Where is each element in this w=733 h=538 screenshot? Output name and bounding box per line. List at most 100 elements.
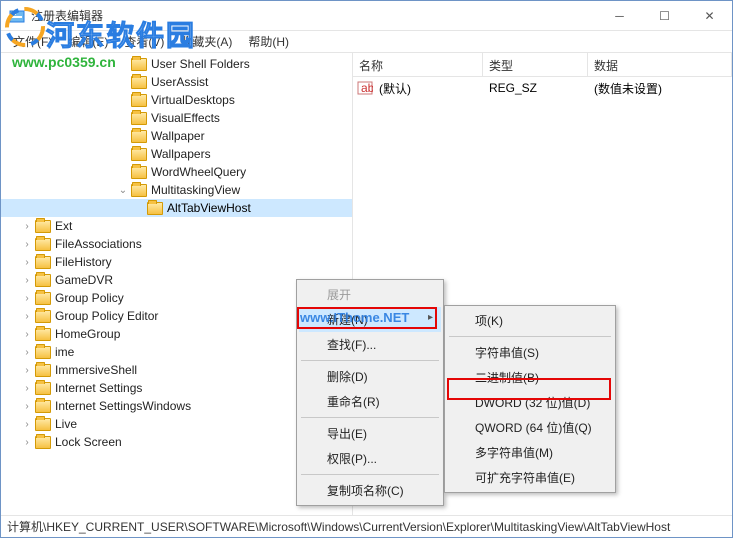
tree-label: FileAssociations xyxy=(55,237,142,251)
expand-icon[interactable] xyxy=(21,437,33,448)
context-submenu-new: 项(K) 字符串值(S) 二进制值(B) DWORD (32 位)值(D) QW… xyxy=(444,305,616,493)
tree-label: Group Policy Editor xyxy=(55,309,158,323)
maximize-button[interactable]: ☐ xyxy=(642,1,687,30)
app-icon xyxy=(9,8,25,24)
separator xyxy=(301,474,439,475)
separator xyxy=(449,336,611,337)
tree-node[interactable]: Wallpaper xyxy=(1,127,352,145)
window-title: 注册表编辑器 xyxy=(31,7,597,24)
ctx-export[interactable]: 导出(E) xyxy=(299,421,441,446)
ctx-rename[interactable]: 重命名(R) xyxy=(299,389,441,414)
context-menu: 展开 新建(N)▸ 查找(F)... 删除(D) 重命名(R) 导出(E) 权限… xyxy=(296,279,444,506)
folder-icon xyxy=(131,112,147,125)
ctx-new-binary[interactable]: 二进制值(B) xyxy=(447,365,613,390)
value-name: (默认) xyxy=(373,80,483,97)
expand-icon[interactable] xyxy=(21,419,33,430)
expand-icon[interactable] xyxy=(21,221,33,232)
menu-favorites[interactable]: 收藏夹(A) xyxy=(172,31,240,52)
expand-icon[interactable] xyxy=(21,311,33,322)
folder-icon xyxy=(131,184,147,197)
tree-node[interactable]: UserAssist xyxy=(1,73,352,91)
close-button[interactable]: ✕ xyxy=(687,1,732,30)
tree-node[interactable]: FileHistory xyxy=(1,253,352,271)
tree-node[interactable]: Wallpapers xyxy=(1,145,352,163)
folder-icon xyxy=(131,148,147,161)
separator xyxy=(301,417,439,418)
tree-node[interactable]: MultitaskingView xyxy=(1,181,352,199)
tree-node[interactable]: VirtualDesktops xyxy=(1,91,352,109)
expand-icon[interactable] xyxy=(21,329,33,340)
ctx-find[interactable]: 查找(F)... xyxy=(299,332,441,357)
ctx-permissions[interactable]: 权限(P)... xyxy=(299,446,441,471)
folder-icon xyxy=(35,328,51,341)
folder-icon xyxy=(35,274,51,287)
col-data[interactable]: 数据 xyxy=(588,53,732,76)
folder-icon xyxy=(35,382,51,395)
folder-icon xyxy=(131,130,147,143)
expand-icon[interactable] xyxy=(21,401,33,412)
ctx-new[interactable]: 新建(N)▸ xyxy=(299,307,441,332)
tree-label: HomeGroup xyxy=(55,327,120,341)
tree-node[interactable]: VisualEffects xyxy=(1,109,352,127)
tree-label: User Shell Folders xyxy=(151,57,250,71)
tree-node[interactable]: Ext xyxy=(1,217,352,235)
tree-label: VirtualDesktops xyxy=(151,93,235,107)
tree-label: ImmersiveShell xyxy=(55,363,137,377)
value-data: (数值未设置) xyxy=(588,80,732,97)
expand-icon[interactable] xyxy=(21,275,33,286)
col-name[interactable]: 名称 xyxy=(353,53,483,76)
tree-label: Internet SettingsWindows xyxy=(55,399,191,413)
menubar: 文件(F) 编辑(E) 查看(V) 收藏夹(A) 帮助(H) xyxy=(1,31,732,53)
folder-icon xyxy=(131,94,147,107)
ctx-new-key[interactable]: 项(K) xyxy=(447,308,613,333)
titlebar[interactable]: 注册表编辑器 ─ ☐ ✕ xyxy=(1,1,732,31)
folder-icon xyxy=(35,418,51,431)
ctx-new-string[interactable]: 字符串值(S) xyxy=(447,340,613,365)
folder-icon xyxy=(131,76,147,89)
folder-icon xyxy=(35,400,51,413)
menu-view[interactable]: 查看(V) xyxy=(116,31,172,52)
menu-file[interactable]: 文件(F) xyxy=(5,31,60,52)
ctx-new-multistring[interactable]: 多字符串值(M) xyxy=(447,440,613,465)
expand-icon[interactable] xyxy=(21,293,33,304)
folder-icon xyxy=(35,310,51,323)
minimize-button[interactable]: ─ xyxy=(597,1,642,30)
tree-label: GameDVR xyxy=(55,273,113,287)
col-type[interactable]: 类型 xyxy=(483,53,588,76)
tree-label: MultitaskingView xyxy=(151,183,240,197)
tree-node[interactable]: WordWheelQuery xyxy=(1,163,352,181)
list-row[interactable]: ab (默认) REG_SZ (数值未设置) xyxy=(353,79,732,97)
tree-label: AltTabViewHost xyxy=(167,201,251,215)
tree-node[interactable]: FileAssociations xyxy=(1,235,352,253)
window-buttons: ─ ☐ ✕ xyxy=(597,1,732,30)
menu-edit[interactable]: 编辑(E) xyxy=(60,31,116,52)
expand-icon[interactable] xyxy=(21,239,33,250)
expand-icon[interactable] xyxy=(21,347,33,358)
ctx-new-expandstring[interactable]: 可扩充字符串值(E) xyxy=(447,465,613,490)
tree-node[interactable]: AltTabViewHost xyxy=(1,199,352,217)
folder-icon xyxy=(35,346,51,359)
folder-icon xyxy=(35,220,51,233)
menu-help[interactable]: 帮助(H) xyxy=(240,31,297,52)
folder-icon xyxy=(35,238,51,251)
svg-text:ab: ab xyxy=(361,81,373,95)
ctx-expand[interactable]: 展开 xyxy=(299,282,441,307)
ctx-new-dword[interactable]: DWORD (32 位)值(D) xyxy=(447,390,613,415)
value-type: REG_SZ xyxy=(483,81,588,95)
tree-label: Group Policy xyxy=(55,291,124,305)
string-value-icon: ab xyxy=(357,80,373,96)
expand-icon[interactable] xyxy=(21,383,33,394)
expand-icon[interactable] xyxy=(21,257,33,268)
collapse-icon[interactable] xyxy=(117,185,129,196)
list-header: 名称 类型 数据 xyxy=(353,53,732,77)
tree-label: UserAssist xyxy=(151,75,208,89)
folder-icon xyxy=(35,436,51,449)
expand-icon[interactable] xyxy=(21,365,33,376)
ctx-delete[interactable]: 删除(D) xyxy=(299,364,441,389)
tree-label: VisualEffects xyxy=(151,111,220,125)
ctx-new-qword[interactable]: QWORD (64 位)值(Q) xyxy=(447,415,613,440)
folder-icon xyxy=(131,166,147,179)
tree-node[interactable]: User Shell Folders xyxy=(1,55,352,73)
folder-icon xyxy=(35,256,51,269)
ctx-copykeyname[interactable]: 复制项名称(C) xyxy=(299,478,441,503)
